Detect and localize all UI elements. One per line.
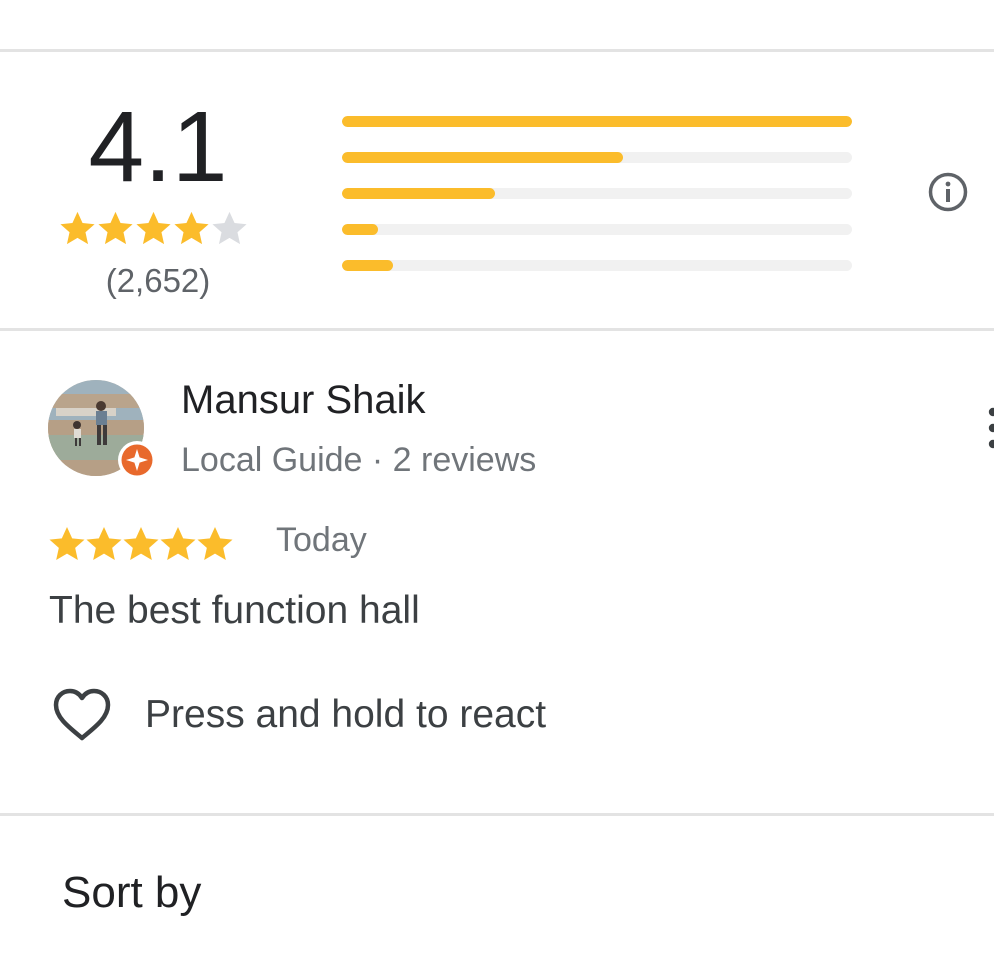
- reviewer-meta: Local Guide · 2 reviews: [181, 441, 537, 479]
- more-vert-icon[interactable]: [984, 406, 994, 454]
- rating-bar-fill: [342, 152, 623, 163]
- rating-bar-4-star: [342, 152, 852, 163]
- star-empty-icon: [212, 211, 247, 245]
- review-count[interactable]: (2,652): [60, 262, 256, 300]
- star-filled-icon: [197, 527, 233, 560]
- rating-bar-3-star: [342, 188, 852, 199]
- star-filled-icon: [60, 211, 95, 245]
- review-date: Today: [276, 521, 367, 559]
- rating-bar-2-star: [342, 224, 852, 235]
- review-text: The best function hall: [49, 589, 420, 632]
- rating-bar-fill: [342, 188, 495, 199]
- star-filled-icon: [160, 527, 196, 560]
- rating-distribution[interactable]: [342, 116, 852, 296]
- star-filled-icon: [136, 211, 171, 245]
- local-guide-badge-icon: [118, 441, 156, 479]
- top-divider: [0, 49, 994, 52]
- star-filled-icon: [98, 211, 133, 245]
- react-label: Press and hold to react: [145, 693, 547, 736]
- heart-icon: [53, 688, 111, 741]
- sort-by-heading[interactable]: Sort by: [62, 868, 201, 918]
- review-stars: [47, 524, 233, 564]
- summary-divider: [0, 328, 994, 331]
- rating-bar-fill: [342, 116, 852, 127]
- star-filled-icon: [174, 211, 209, 245]
- rating-bar-1-star: [342, 260, 852, 271]
- react-button[interactable]: Press and hold to react: [50, 686, 546, 746]
- reviewer-name[interactable]: Mansur Shaik: [181, 378, 426, 423]
- star-filled-icon: [49, 527, 85, 560]
- average-rating: 4.1: [88, 91, 228, 203]
- star-filled-icon: [86, 527, 122, 560]
- rating-bar-fill: [342, 224, 378, 235]
- summary-stars: [58, 209, 248, 253]
- review-divider: [0, 813, 994, 816]
- info-icon[interactable]: [927, 171, 969, 213]
- rating-bar-5-star: [342, 116, 852, 127]
- rating-bar-fill: [342, 260, 393, 271]
- star-filled-icon: [123, 527, 159, 560]
